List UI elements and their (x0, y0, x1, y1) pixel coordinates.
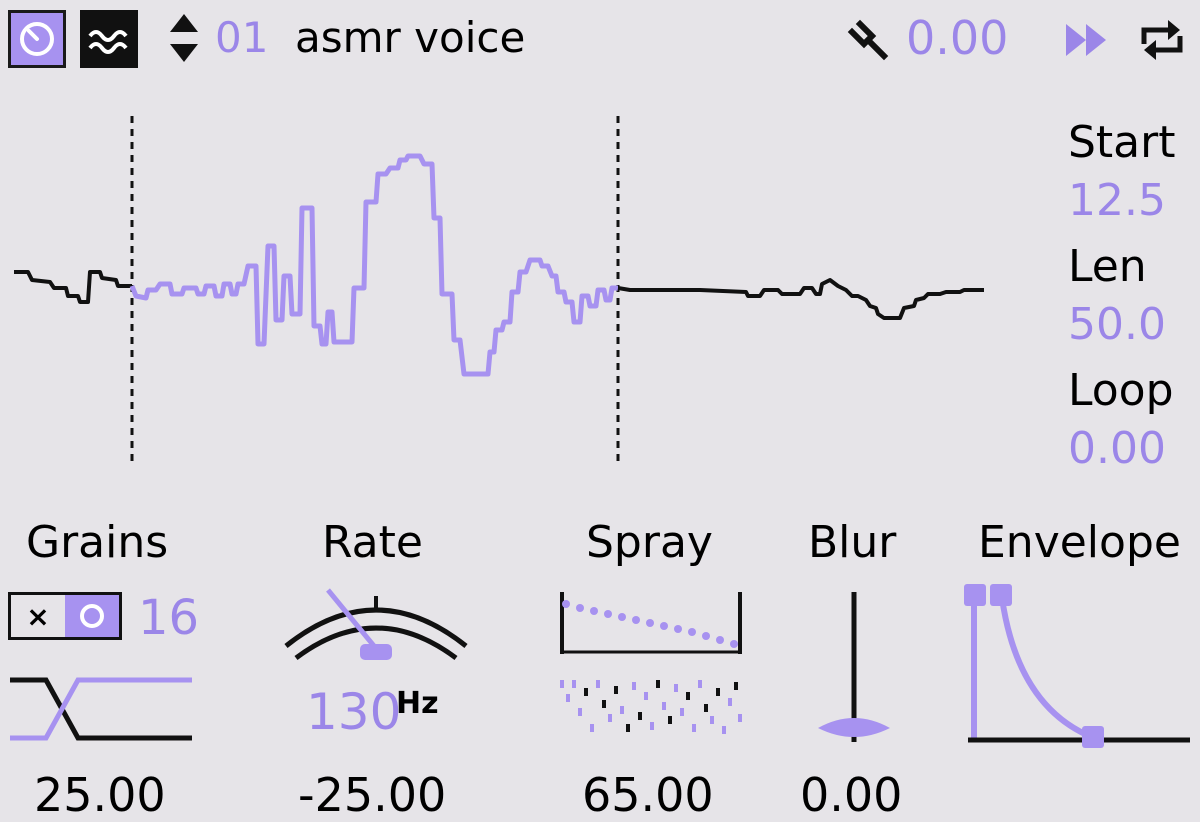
release-handle[interactable] (1082, 726, 1104, 748)
waveform-right (617, 278, 984, 320)
grains-toggle[interactable]: × (8, 592, 122, 640)
grains-value[interactable]: 25.00 (34, 768, 166, 822)
grains-label: Grains (26, 517, 169, 568)
loop-label: Loop (1068, 365, 1174, 416)
tuning-value[interactable]: 0.00 (906, 12, 1008, 64)
len-value[interactable]: 50.0 (1068, 300, 1166, 350)
blur-slider[interactable] (814, 588, 894, 748)
blur-value[interactable]: 0.00 (800, 768, 902, 822)
envelope-label: Envelope (978, 517, 1181, 568)
circle-icon (80, 604, 104, 628)
blur-label: Blur (808, 517, 897, 568)
up-down-arrows-icon[interactable] (166, 12, 202, 64)
waveform-left (14, 270, 132, 304)
wave-button[interactable] (80, 10, 138, 68)
grains-count[interactable]: 16 (138, 590, 199, 646)
preset-number[interactable]: 01 (215, 12, 268, 64)
spray-label: Spray (586, 517, 713, 568)
toggle-off-option[interactable]: × (11, 595, 65, 637)
dial-icon (20, 22, 54, 56)
rate-knob[interactable] (280, 584, 472, 668)
decay-handle[interactable] (990, 584, 1012, 606)
preset-name[interactable]: asmr voice (295, 12, 525, 64)
wave-icon (88, 30, 128, 54)
grains-crossfade-graphic[interactable] (6, 672, 196, 748)
attack-handle[interactable] (964, 584, 986, 606)
fast-forward-icon[interactable] (1064, 20, 1112, 60)
waveform-selection (129, 153, 618, 377)
spray-value[interactable]: 65.00 (582, 768, 714, 822)
start-label: Start (1068, 117, 1176, 168)
len-label: Len (1068, 241, 1147, 292)
envelope-graph[interactable] (958, 578, 1194, 750)
start-value[interactable]: 12.5 (1068, 176, 1166, 226)
rate-frequency[interactable]: 130 (306, 684, 401, 740)
rate-label: Rate (322, 517, 423, 568)
mode-button[interactable] (8, 10, 66, 68)
toggle-on-option[interactable] (65, 595, 119, 637)
loop-value[interactable]: 0.00 (1068, 424, 1166, 474)
sync-icon[interactable] (1136, 16, 1188, 64)
rate-unit: Hz (396, 686, 439, 721)
rate-value[interactable]: -25.00 (298, 768, 446, 822)
spray-graphic[interactable] (556, 588, 748, 748)
waveform-display[interactable] (0, 100, 1040, 480)
tuning-fork-icon (847, 19, 889, 61)
